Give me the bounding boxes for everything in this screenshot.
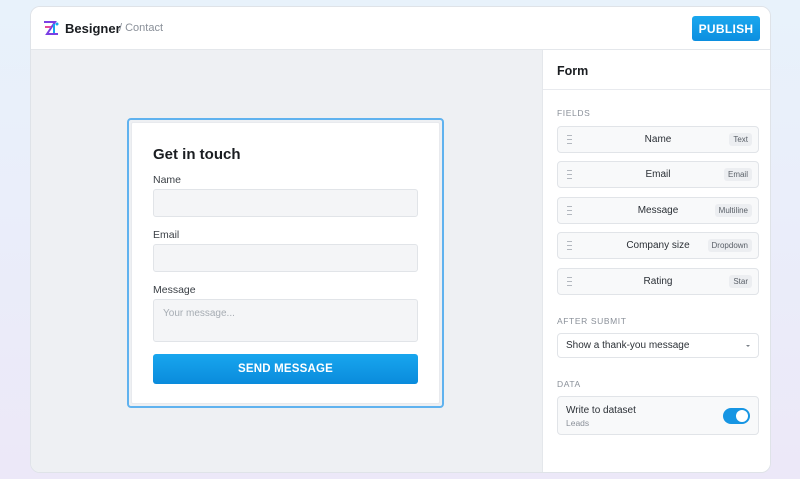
chevron-down-icon bbox=[746, 345, 750, 347]
fields-section-label: FIELDS bbox=[557, 108, 591, 118]
field-type-badge: Text bbox=[729, 133, 752, 146]
name-input[interactable] bbox=[153, 189, 418, 217]
properties-panel: Form FIELDS Name Text Email Email Messag… bbox=[542, 50, 770, 472]
after-submit-select[interactable]: Show a thank-you message bbox=[557, 333, 759, 358]
field-type-badge: Dropdown bbox=[707, 239, 752, 252]
field-row-company-size[interactable]: Company size Dropdown bbox=[557, 232, 759, 259]
design-canvas[interactable]: Get in touch Name Email Message Your mes… bbox=[31, 50, 542, 472]
brand-name: Besigner bbox=[65, 21, 121, 36]
breadcrumb[interactable]: / Contact bbox=[119, 22, 163, 34]
message-label: Message bbox=[153, 284, 196, 296]
panel-title: Form bbox=[543, 50, 770, 90]
field-type-badge: Multiline bbox=[714, 204, 752, 217]
write-to-dataset-toggle[interactable] bbox=[723, 408, 750, 424]
dataset-name: Leads bbox=[566, 418, 590, 428]
contact-form[interactable]: Get in touch Name Email Message Your mes… bbox=[131, 122, 440, 404]
name-label: Name bbox=[153, 174, 182, 186]
field-type-badge: Star bbox=[729, 275, 752, 288]
app-window: Besigner / Contact PUBLISH Get in touch … bbox=[30, 6, 771, 473]
field-row-rating[interactable]: Rating Star bbox=[557, 268, 759, 295]
after-submit-section-label: AFTER SUBMIT bbox=[557, 316, 627, 326]
data-section-label: DATA bbox=[557, 379, 581, 389]
dataset-setting: Write to dataset Leads bbox=[557, 396, 759, 435]
message-textarea[interactable]: Your message... bbox=[153, 299, 418, 342]
publish-button[interactable]: PUBLISH bbox=[692, 16, 760, 41]
field-type-badge: Email bbox=[723, 168, 752, 181]
field-row-label: Rating bbox=[643, 276, 673, 287]
toggle-knob bbox=[736, 410, 748, 422]
field-row-label: Name bbox=[644, 134, 672, 145]
top-bar: Besigner / Contact PUBLISH bbox=[31, 7, 770, 50]
field-row-name[interactable]: Name Text bbox=[557, 126, 759, 153]
selected-form-frame[interactable]: Get in touch Name Email Message Your mes… bbox=[127, 118, 444, 408]
form-title: Get in touch bbox=[153, 146, 241, 163]
after-submit-value: Show a thank-you message bbox=[566, 340, 690, 351]
besigner-logo-icon bbox=[44, 21, 59, 35]
send-message-button[interactable]: SEND MESSAGE bbox=[153, 354, 418, 384]
email-label: Email bbox=[153, 229, 180, 241]
dataset-title: Write to dataset bbox=[566, 405, 636, 416]
field-row-message[interactable]: Message Multiline bbox=[557, 197, 759, 224]
email-input[interactable] bbox=[153, 244, 418, 272]
field-row-email[interactable]: Email Email bbox=[557, 161, 759, 188]
